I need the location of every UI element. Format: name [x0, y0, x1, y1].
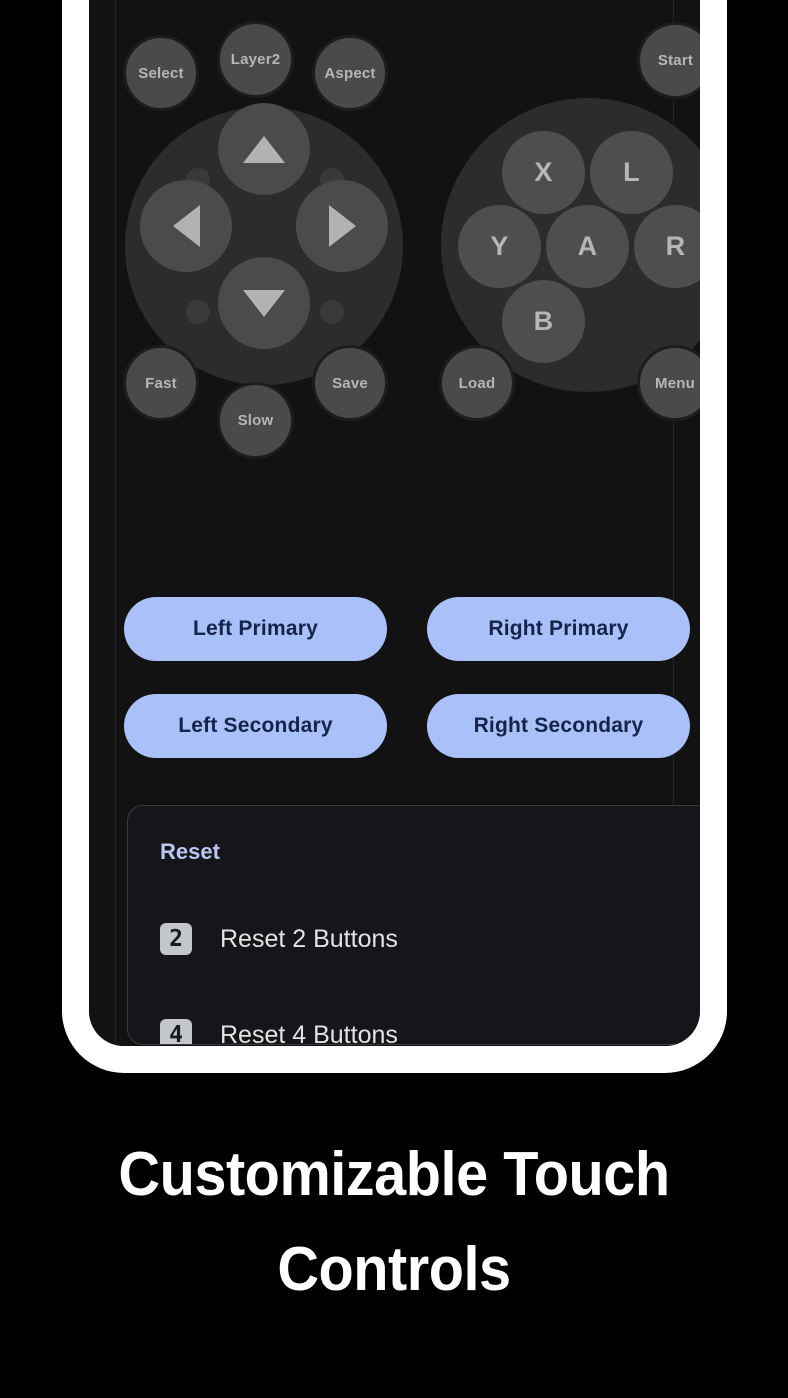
left-primary-button[interactable]: Left Primary [124, 597, 387, 661]
touch-controls-preview[interactable]: Select Layer2 Aspect Fast Slow Save X L … [89, 0, 700, 520]
reset-section-title: Reset [160, 839, 220, 864]
right-secondary-button[interactable]: Right Secondary [427, 694, 690, 758]
caption: Customizable Touch Controls [28, 1128, 761, 1318]
touch-button-menu[interactable]: Menu [640, 348, 700, 418]
touch-button-load[interactable]: Load [442, 348, 512, 418]
touch-button-a[interactable]: A [546, 205, 629, 288]
touch-button-select[interactable]: Select [126, 38, 196, 108]
pill-row-secondary: Left Secondary Right Secondary [124, 694, 690, 758]
touch-button-b[interactable]: B [502, 280, 585, 363]
touch-button-fast[interactable]: Fast [126, 348, 196, 418]
touch-button-save[interactable]: Save [315, 348, 385, 418]
reset-4-buttons-label: Reset 4 Buttons [220, 1020, 398, 1045]
reset-card: Reset 2 Reset 2 Buttons 4 Reset 4 Button… [127, 805, 700, 1045]
phone-frame: Select Layer2 Aspect Fast Slow Save X L … [62, 0, 727, 1073]
touch-button-l[interactable]: L [590, 131, 673, 214]
phone-screen: Select Layer2 Aspect Fast Slow Save X L … [89, 0, 700, 1046]
touch-button-layer2[interactable]: Layer2 [220, 24, 291, 95]
caption-line-2: Controls [277, 1234, 511, 1304]
reset-2-buttons-label: Reset 2 Buttons [220, 924, 398, 953]
touch-button-y[interactable]: Y [458, 205, 541, 288]
dpad-dot-downright [320, 300, 344, 324]
right-arrow-icon [328, 205, 356, 247]
caption-line-1: Customizable Touch [118, 1140, 670, 1209]
touch-button-aspect[interactable]: Aspect [315, 38, 385, 108]
left-secondary-button[interactable]: Left Secondary [124, 694, 387, 758]
touch-button-start[interactable]: Start [640, 25, 700, 96]
up-arrow-icon [243, 135, 285, 163]
number-2-icon: 2 [160, 923, 192, 955]
number-4-icon: 4 [160, 1019, 192, 1044]
dpad-up-button[interactable] [218, 103, 310, 195]
pill-row-primary: Left Primary Right Primary [124, 597, 690, 661]
dpad-left-button[interactable] [140, 180, 232, 272]
settings-scroll-area[interactable]: Select Layer2 Aspect Fast Slow Save X L … [89, 0, 700, 1046]
layout-preset-buttons: Left Primary Right Primary Left Secondar… [124, 597, 690, 791]
dpad-down-button[interactable] [218, 257, 310, 349]
touch-button-x[interactable]: X [502, 131, 585, 214]
right-primary-button[interactable]: Right Primary [427, 597, 690, 661]
reset-4-buttons-row[interactable]: 4 Reset 4 Buttons [160, 1019, 398, 1045]
left-arrow-icon [172, 205, 200, 247]
reset-2-buttons-row[interactable]: 2 Reset 2 Buttons [160, 923, 398, 955]
dpad-right-button[interactable] [296, 180, 388, 272]
dpad-dot-downleft [186, 300, 210, 324]
touch-button-slow[interactable]: Slow [220, 385, 291, 456]
down-arrow-icon [243, 289, 285, 317]
